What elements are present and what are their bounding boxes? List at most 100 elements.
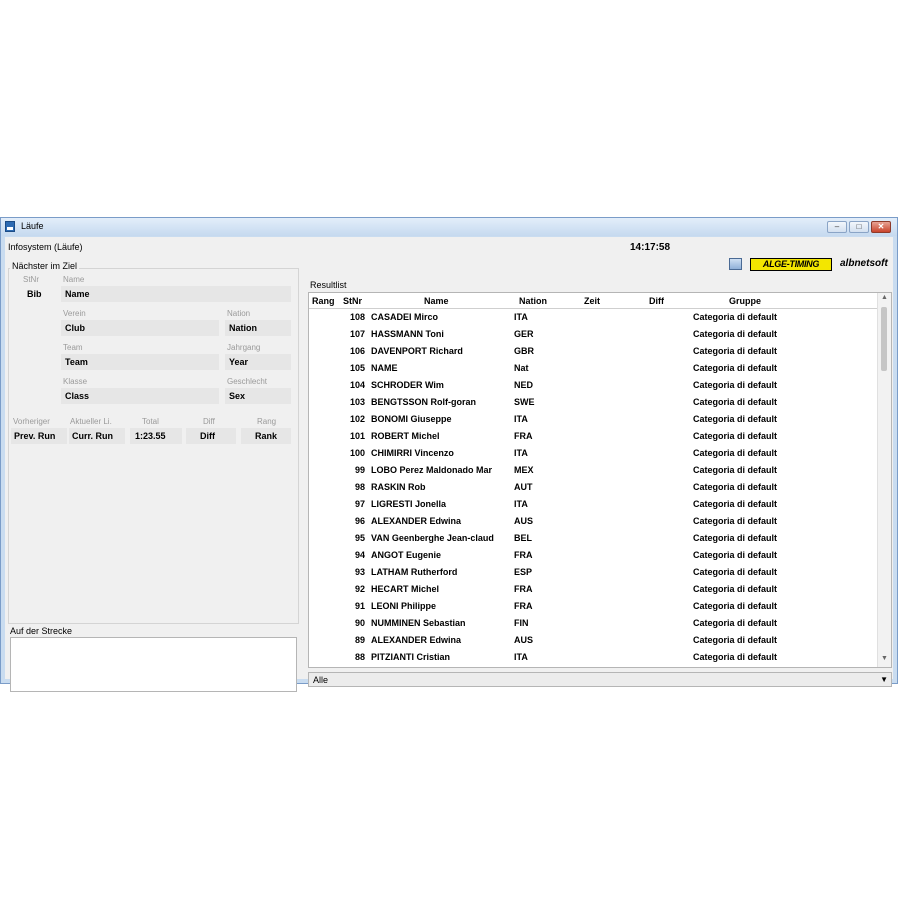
table-row[interactable]: 108 CASADEI Mirco ITA Categoria di default: [309, 309, 879, 326]
title-bar[interactable]: Läufe – □ ✕: [1, 218, 897, 236]
cell-gruppe: Categoria di default: [693, 533, 778, 543]
cell-nation: FRA: [514, 601, 533, 611]
cell-name: CHIMIRRI Vincenzo: [371, 448, 454, 458]
col-gruppe[interactable]: Gruppe: [729, 296, 761, 306]
table-row[interactable]: 99 LOBO Perez Maldonado Mar MEX Categoria d…: [309, 462, 879, 479]
cell-stnr: 97: [354, 499, 365, 509]
table-row[interactable]: 96 ALEXANDER Edwina AUS Categoria di defaul…: [309, 513, 879, 530]
table-row[interactable]: 104 SCHRODER Wim NED Categoria di default: [309, 377, 879, 394]
monitor-icon[interactable]: [729, 258, 742, 270]
cell-gruppe: Categoria di default: [693, 601, 778, 611]
cell-gruppe: Categoria di default: [693, 346, 778, 356]
cell-gruppe: Categoria di default: [693, 550, 778, 560]
cell-name: DAVENPORT Richard: [371, 346, 463, 356]
table-row[interactable]: 106 DAVENPORT Richard GBR Categoria di defa…: [309, 343, 879, 360]
cell-nation: ITA: [514, 414, 528, 424]
cell-gruppe: Categoria di default: [693, 312, 778, 322]
cell-nation: BEL: [514, 533, 532, 543]
minimize-button[interactable]: –: [827, 221, 847, 233]
table-row[interactable]: 93 LATHAM Rutherford ESP Categoria di defau…: [309, 564, 879, 581]
results-table[interactable]: Rang StNr Name Nation Zeit Diff Gruppe 1…: [308, 292, 892, 668]
results-scrollbar[interactable]: ▲ ▼: [877, 293, 891, 667]
col-stnr[interactable]: StNr: [343, 296, 362, 306]
sex-value: Sex: [229, 391, 246, 401]
cell-stnr: 103: [349, 397, 365, 407]
cell-nation: FIN: [514, 618, 529, 628]
alge-timing-logo: ALGE-TIMING: [750, 258, 832, 271]
table-row[interactable]: 94 ANGOT Eugenie FRA Categoria di default: [309, 547, 879, 564]
table-row[interactable]: 97 LIGRESTI Jonella ITA Categoria di defaul…: [309, 496, 879, 513]
table-row[interactable]: 89 ALEXANDER Edwina AUS Categoria di defaul…: [309, 632, 879, 649]
col-diff[interactable]: Diff: [649, 296, 664, 306]
table-row[interactable]: 91 LEONI Philippe FRA Categoria di default: [309, 598, 879, 615]
cell-stnr: 105: [349, 363, 365, 373]
group-filter-value: Alle: [313, 675, 329, 685]
cell-stnr: 100: [349, 448, 365, 458]
cell-stnr: 101: [349, 431, 365, 441]
albnetsoft-logo: albnetsoft: [840, 258, 888, 269]
cell-name: BONOMI Giuseppe: [371, 414, 452, 424]
table-row[interactable]: 95 VAN Geenberghe Jean-claud BEL Categoria …: [309, 530, 879, 547]
table-row[interactable]: 88 PITZIANTI Cristian ITA Categoria di defa…: [309, 649, 879, 666]
nation-label: Nation: [227, 309, 251, 318]
cell-nation: ITA: [514, 312, 528, 322]
cell-name: ANGOT Eugenie: [371, 550, 442, 560]
cell-name: BENGTSSON Rolf-goran: [371, 397, 476, 407]
table-row[interactable]: 105 NAME Nat Categoria di default: [309, 360, 879, 377]
table-row[interactable]: 107 HASSMANN Toni GER Categoria di default: [309, 326, 879, 343]
rank-value: Rank: [255, 431, 278, 441]
cell-stnr: 90: [354, 618, 365, 628]
scroll-down-icon[interactable]: ▼: [878, 655, 891, 662]
cell-stnr: 95: [354, 533, 365, 543]
results-header: Rang StNr Name Nation Zeit Diff Gruppe: [309, 293, 879, 309]
verein-label: Verein: [63, 309, 86, 318]
table-row[interactable]: 102 BONOMI Giuseppe ITA Categoria di defaul…: [309, 411, 879, 428]
cell-name: CASADEI Mirco: [371, 312, 439, 322]
cell-nation: AUS: [514, 635, 534, 645]
close-button[interactable]: ✕: [871, 221, 891, 233]
cell-stnr: 91: [354, 601, 365, 611]
on-track-list[interactable]: [10, 637, 297, 692]
col-zeit[interactable]: Zeit: [584, 296, 600, 306]
table-row[interactable]: 100 CHIMIRRI Vincenzo ITA Categoria di defa…: [309, 445, 879, 462]
page-title: Infosystem (Läufe): [8, 242, 83, 252]
diff-label: Diff: [203, 417, 215, 426]
cell-stnr: 108: [349, 312, 365, 322]
cell-nation: MEX: [514, 465, 534, 475]
table-row[interactable]: 101 ROBERT Michel FRA Categoria di default: [309, 428, 879, 445]
clock: 14:17:58: [630, 242, 671, 253]
cell-gruppe: Categoria di default: [693, 363, 778, 373]
scroll-up-icon[interactable]: ▲: [878, 294, 891, 301]
table-row[interactable]: 103 BENGTSSON Rolf-goran SWE Categoria di d…: [309, 394, 879, 411]
table-row[interactable]: 98 RASKIN Rob AUT Categoria di default: [309, 479, 879, 496]
cell-stnr: 88: [354, 652, 365, 662]
cell-nation: AUS: [514, 516, 534, 526]
table-row[interactable]: 90 NUMMINEN Sebastian FIN Categoria di defa…: [309, 615, 879, 632]
col-rang[interactable]: Rang: [312, 296, 335, 306]
cell-nation: GER: [514, 329, 534, 339]
cell-nation: AUT: [514, 482, 533, 492]
cell-stnr: 94: [354, 550, 365, 560]
club-value: Club: [65, 323, 85, 333]
table-row[interactable]: 92 HECART Michel FRA Categoria di default: [309, 581, 879, 598]
cell-nation: ESP: [514, 567, 533, 577]
cell-name: HECART Michel: [371, 584, 440, 594]
cell-name: RASKIN Rob: [371, 482, 426, 492]
maximize-button[interactable]: □: [849, 221, 869, 233]
chevron-down-icon[interactable]: ▼: [880, 675, 888, 684]
col-nation[interactable]: Nation: [519, 296, 547, 306]
cell-stnr: 92: [354, 584, 365, 594]
scrollbar-thumb[interactable]: [881, 307, 887, 371]
group-filter-select[interactable]: Alle ▼: [308, 672, 892, 687]
prev-run-value: Prev. Run: [14, 431, 56, 441]
cell-name: LATHAM Rutherford: [371, 567, 458, 577]
cell-nation: ITA: [514, 652, 528, 662]
cell-gruppe: Categoria di default: [693, 618, 778, 628]
main-window: Läufe – □ ✕ Infosystem (Läufe) 14:17:58 …: [0, 217, 898, 692]
cell-nation: FRA: [514, 584, 533, 594]
class-value: Class: [65, 391, 90, 401]
cell-stnr: 99: [354, 465, 365, 475]
cell-gruppe: Categoria di default: [693, 499, 778, 509]
cell-name: SCHRODER Wim: [371, 380, 444, 390]
col-name[interactable]: Name: [424, 296, 449, 306]
